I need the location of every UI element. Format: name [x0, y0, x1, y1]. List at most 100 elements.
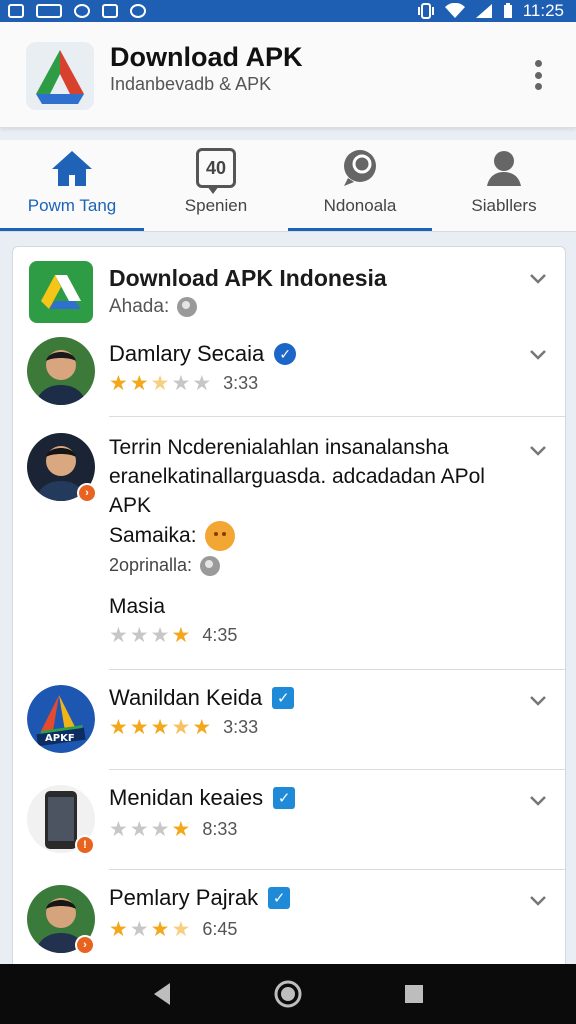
app-logo-icon: APKF [27, 685, 95, 753]
rating-stars: ★ ★ ★ ★ ★ 3:33 [109, 373, 258, 394]
drive-logo-icon [29, 261, 93, 323]
chevron-down-icon[interactable] [527, 789, 549, 811]
tab-label: Siabllers [471, 196, 537, 215]
star-icon: ★ [150, 918, 170, 941]
svg-text:APKF: APKF [45, 733, 75, 744]
avatar [27, 337, 95, 405]
item-name: Wanildan Keida ✓ [109, 685, 295, 711]
app-list-card: Download APK Indonesia Ahada: Damlary Se… [12, 246, 566, 976]
tab-label: Spenien [184, 196, 248, 215]
chevron-down-icon[interactable] [527, 343, 549, 365]
list-subtitle: Ahada: [109, 296, 198, 318]
rating-stars: ★ ★ ★ ★ 8:33 [109, 819, 237, 840]
person-icon [487, 151, 521, 186]
notification-badge-icon: › [77, 483, 97, 503]
settings-icon [74, 4, 90, 18]
divider [109, 869, 565, 870]
battery-icon [503, 3, 512, 18]
back-icon[interactable] [150, 981, 174, 1007]
star-icon: ★ [129, 624, 149, 647]
chevron-down-icon[interactable] [527, 689, 549, 711]
app-logo-icon [26, 42, 94, 110]
item-time: 3:33 [223, 717, 259, 737]
list-item-expanded[interactable]: › Terrin Ncderenialahlan insanalansha er… [13, 425, 565, 667]
list-item[interactable]: › Pemlary Pajrak ✓ ★ ★ ★ ★ 6:45 [13, 883, 565, 967]
star-icon: ★ [129, 818, 149, 841]
star-icon: ★ [109, 372, 128, 395]
tab-chat[interactable]: Ndonoala [288, 140, 432, 231]
status-dot-icon [200, 555, 221, 576]
app-title: Download APK [110, 42, 303, 72]
item-name: Damlary Secaia ✓ [109, 341, 297, 367]
rating-stars: ★ ★ ★ ★ ★ 3:33 [109, 717, 258, 738]
divider [109, 416, 565, 417]
home-button-icon[interactable] [273, 979, 303, 1009]
phone-icon [102, 4, 118, 18]
star-icon: ★ [171, 624, 191, 647]
star-icon: ★ [192, 372, 212, 395]
tab-bar: Powm Tang 40 Spenien Ndonoala Siabllers [0, 140, 576, 232]
message-badge-icon: 40 [196, 148, 236, 194]
list-item[interactable]: Damlary Secaia ✓ ★ ★ ★ ★ ★ 3:33 [13, 335, 565, 415]
list-item[interactable]: APKF Wanildan Keida ✓ ★ ★ ★ ★ ★ 3:33 [13, 681, 565, 765]
clock: 11:25 [522, 1, 564, 20]
star-icon: ★ [109, 716, 128, 739]
list-item[interactable]: ! Menidan keaies ✓ ★ ★ ★ ★ 8:33 [13, 783, 565, 867]
status-dot-icon [177, 297, 198, 317]
rating-stars: ★ ★ ★ ★ 6:45 [109, 919, 237, 940]
star-icon: ★ [129, 716, 149, 739]
chat-icon [344, 150, 376, 186]
star-icon: ★ [171, 818, 191, 841]
tab-profile[interactable]: Siabllers [432, 140, 576, 231]
vibrate-icon [417, 3, 434, 19]
star-icon: ★ [129, 372, 149, 395]
item-description: Terrin Ncderenialahlan insanalansha eran… [109, 436, 485, 517]
more-options-icon[interactable] [526, 58, 550, 92]
star-icon: ★ [192, 716, 212, 739]
status-bar: 11:25 [0, 0, 576, 22]
tab-label: Powm Tang [27, 196, 117, 215]
star-icon: ★ [150, 624, 170, 647]
item-meta-line: Samaika: [109, 521, 235, 551]
check-circle-icon [130, 4, 146, 18]
notification-badge-icon: › [75, 935, 95, 955]
checkbox-icon[interactable]: ✓ [268, 887, 291, 909]
tab-messages[interactable]: 40 Spenien [144, 140, 288, 231]
verified-icon: ✓ [274, 343, 297, 365]
tab-label: Ndonoala [323, 196, 397, 215]
item-subname: Masia [109, 595, 166, 618]
star-icon: ★ [171, 372, 191, 395]
item-time: 4:35 [202, 625, 238, 645]
signal-icon [475, 4, 492, 18]
star-icon: ★ [109, 918, 128, 941]
list-header[interactable]: Download APK Indonesia Ahada: [13, 247, 565, 327]
chevron-down-icon[interactable] [527, 267, 549, 289]
checkbox-icon[interactable]: ✓ [272, 687, 295, 709]
divider [109, 669, 565, 670]
app-subtitle: Indanbevadb & APK [110, 74, 272, 94]
home-icon [52, 151, 92, 186]
chevron-down-icon[interactable] [527, 889, 549, 911]
item-name: Pemlary Pajrak ✓ [109, 885, 291, 911]
divider [109, 769, 565, 770]
item-time: 3:33 [223, 373, 259, 393]
star-icon: ★ [171, 918, 191, 941]
tab-home[interactable]: Powm Tang [0, 140, 144, 231]
item-time: 6:45 [202, 919, 238, 939]
notification-icons [8, 4, 146, 18]
list-title: Download APK Indonesia [109, 265, 387, 291]
app-bar: Download APK Indanbevadb & APK [0, 22, 576, 128]
sim-icon [36, 4, 62, 18]
star-icon: ★ [129, 918, 149, 941]
star-icon: ★ [150, 818, 170, 841]
item-name: Menidan keaies ✓ [109, 785, 296, 811]
checkbox-icon[interactable]: ✓ [273, 787, 296, 809]
mail-icon [8, 4, 24, 18]
chevron-down-icon[interactable] [527, 439, 549, 461]
star-icon: ★ [150, 716, 170, 739]
item-time: 8:33 [202, 819, 238, 839]
wifi-icon [444, 3, 465, 18]
recents-icon[interactable] [402, 982, 426, 1006]
notification-badge-icon: ! [75, 835, 95, 855]
star-icon: ★ [171, 716, 191, 739]
